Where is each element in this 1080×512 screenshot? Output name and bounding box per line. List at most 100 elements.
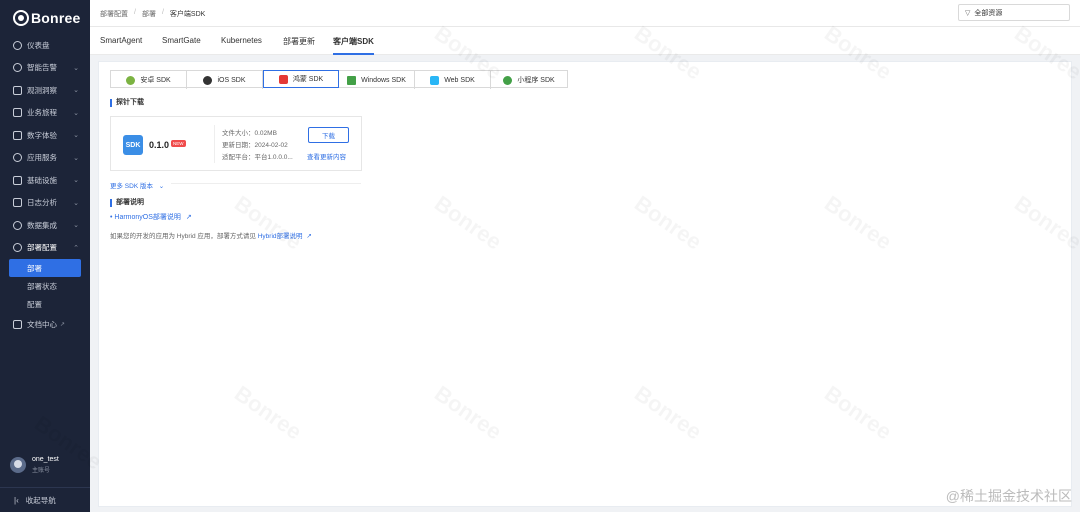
platform-tabs: 安卓 SDK iOS SDK 鸿蒙 SDK Windows SDK Web SD…: [110, 70, 568, 89]
download-button[interactable]: 下载: [308, 127, 349, 143]
sdk-package-icon: SDK: [123, 135, 143, 155]
sidebar-item-deploy-config[interactable]: 部署配置 ⌃: [0, 237, 90, 260]
alarm-icon: [13, 63, 22, 73]
view-update-link[interactable]: 查看更新内容: [307, 151, 346, 161]
sidebar-item-label: 智能告警: [27, 63, 57, 73]
external-link-icon: ↗: [306, 233, 312, 240]
sdk-platform: 适配平台：平台1.0.0.0...: [222, 154, 293, 161]
chevron-down-icon: ⌄: [73, 87, 79, 94]
collapse-nav-label: 收起导航: [25, 495, 56, 505]
sdk-update-date: 更新日期：2024-02-02: [222, 142, 288, 149]
brand-logo[interactable]: Bonree: [13, 9, 80, 27]
harmonyos-deploy-link[interactable]: • HarmonyOS部署说明 ↗: [110, 212, 192, 222]
infrastructure-icon: [13, 175, 22, 185]
sidebar-subitem-deploy[interactable]: 部署: [9, 259, 81, 277]
log-icon: [13, 198, 22, 208]
topbar: 部署配置 / 部署 / 客户端SDK ▽ 全部资源: [90, 0, 1080, 27]
corner-watermark: @稀土掘金技术社区: [945, 488, 1072, 504]
tab-deploy-update[interactable]: 部署更新: [283, 36, 315, 55]
sidebar-subitem-config[interactable]: 配置: [0, 295, 90, 313]
android-icon: [126, 75, 136, 85]
sidebar-item-label: 应用服务: [27, 153, 57, 163]
apple-icon: [203, 75, 213, 85]
collapse-icon: |‹: [14, 495, 19, 505]
windows-icon: [347, 75, 357, 85]
sidebar-item-data-integration[interactable]: 数据集成 ⌄: [0, 214, 90, 237]
sdk-file-size: 文件大小：0.02MB: [222, 130, 277, 137]
probe-section-title: 探针下载: [110, 99, 144, 107]
sidebar-item-experience[interactable]: 数字体验 ⌄: [0, 124, 90, 147]
platform-tab-web[interactable]: Web SDK: [415, 71, 491, 89]
platform-tab-miniprogram[interactable]: 小程序 SDK: [491, 71, 567, 89]
sidebar-item-label: 部署配置: [27, 243, 57, 253]
platform-tab-label: Windows SDK: [361, 76, 406, 84]
platform-tab-android[interactable]: 安卓 SDK: [111, 71, 187, 89]
platform-tab-harmony[interactable]: 鸿蒙 SDK: [263, 70, 339, 88]
sidebar-item-insight[interactable]: 观测洞察 ⌄: [0, 79, 90, 102]
dashboard-icon: [13, 40, 22, 50]
sidebar-item-dashboard[interactable]: 仪表盘: [0, 34, 90, 57]
card-divider: [214, 125, 215, 163]
more-sdk-versions[interactable]: 更多 SDK 版本 ⌄: [110, 180, 164, 190]
tab-smartgate[interactable]: SmartGate: [162, 36, 201, 55]
breadcrumb-separator: /: [134, 9, 136, 16]
user-name: one_test: [32, 456, 59, 463]
deploy-section-title: 部署说明: [110, 199, 144, 207]
main-content: SmartAgent SmartGate Kubernetes 部署更新 客户端…: [90, 27, 1080, 512]
chevron-down-icon: ⌄: [73, 154, 79, 162]
platform-tab-label: 安卓 SDK: [140, 77, 171, 84]
sidebar-item-docs[interactable]: 文档中心 ↗: [0, 313, 90, 336]
new-badge: NEW: [171, 140, 186, 147]
tab-client-sdk[interactable]: 客户端SDK: [333, 36, 374, 55]
sidebar-item-label: 观测洞察: [27, 85, 57, 95]
external-link-icon: ↗: [60, 321, 66, 328]
miniprogram-icon: [503, 75, 513, 85]
web-icon: [430, 75, 440, 85]
platform-tab-ios[interactable]: iOS SDK: [187, 71, 263, 89]
breadcrumb-current: 客户端SDK: [169, 11, 206, 18]
collapse-nav-button[interactable]: |‹ 收起导航: [0, 487, 90, 512]
sdk-card: SDK 0.1.0 NEW 文件大小：0.02MB 更新日期：2024-02-0…: [110, 116, 362, 171]
sdk-panel: 安卓 SDK iOS SDK 鸿蒙 SDK Windows SDK Web SD…: [98, 61, 1072, 507]
section-divider: [171, 183, 361, 184]
more-sdk-versions-label: 更多 SDK 版本: [110, 183, 153, 190]
hybrid-note-text: 如果您的开发的应用为 Hybrid 应用，部署方式请见: [110, 233, 256, 240]
tabs-bar: SmartAgent SmartGate Kubernetes 部署更新 客户端…: [90, 27, 1080, 55]
sidebar-item-label: 基础设施: [27, 175, 57, 185]
avatar: [10, 457, 26, 473]
sidebar-item-log[interactable]: 日志分析 ⌄: [0, 192, 90, 215]
breadcrumb-item[interactable]: 部署配置: [100, 9, 128, 19]
journey-icon: [13, 108, 22, 118]
user-role: 主账号: [32, 468, 51, 474]
deploy-config-icon: [13, 243, 22, 253]
sidebar-item-infrastructure[interactable]: 基础设施 ⌄: [0, 169, 90, 192]
sidebar-subitem-label: 部署状态: [27, 281, 57, 291]
sidebar-nav: 仪表盘 智能告警 ⌄ 观测洞察 ⌄ 业务旅程 ⌄ 数字体验 ⌄ 应用服务 ⌄ 基…: [0, 34, 90, 336]
sidebar-item-app-service[interactable]: 应用服务 ⌄: [0, 147, 90, 170]
sidebar-item-alarm[interactable]: 智能告警 ⌄: [0, 57, 90, 80]
tab-kubernetes[interactable]: Kubernetes: [221, 36, 262, 55]
sidebar-subitem-label: 配置: [27, 299, 42, 309]
user-profile[interactable]: one_test 主账号: [10, 456, 59, 474]
insight-icon: [13, 85, 22, 95]
sdk-version: 0.1.0: [149, 140, 170, 150]
sidebar-item-label: 数据集成: [27, 220, 57, 230]
platform-tab-label: Web SDK: [444, 76, 475, 84]
platform-tab-label: 小程序 SDK: [517, 77, 555, 84]
external-link-icon: ↗: [185, 214, 192, 221]
chevron-down-icon: ⌄: [73, 199, 79, 207]
chevron-down-icon: ⌄: [158, 183, 165, 190]
tab-smartagent[interactable]: SmartAgent: [100, 36, 142, 55]
chevron-down-icon: ⌄: [73, 109, 79, 117]
platform-tab-windows[interactable]: Windows SDK: [339, 71, 415, 89]
sidebar-item-label: 业务旅程: [27, 108, 57, 118]
brand-name: Bonree: [31, 10, 81, 26]
data-integration-icon: [13, 220, 22, 230]
sidebar-subitem-deploy-status[interactable]: 部署状态: [0, 277, 90, 295]
resource-select[interactable]: ▽ 全部资源: [958, 4, 1070, 21]
sidebar-item-label: 日志分析: [27, 198, 57, 208]
platform-tab-label: iOS SDK: [217, 76, 246, 84]
sidebar-item-journey[interactable]: 业务旅程 ⌄: [0, 102, 90, 125]
breadcrumb-item[interactable]: 部署: [142, 9, 156, 19]
hybrid-deploy-link[interactable]: Hybrid部署说明: [258, 233, 303, 240]
